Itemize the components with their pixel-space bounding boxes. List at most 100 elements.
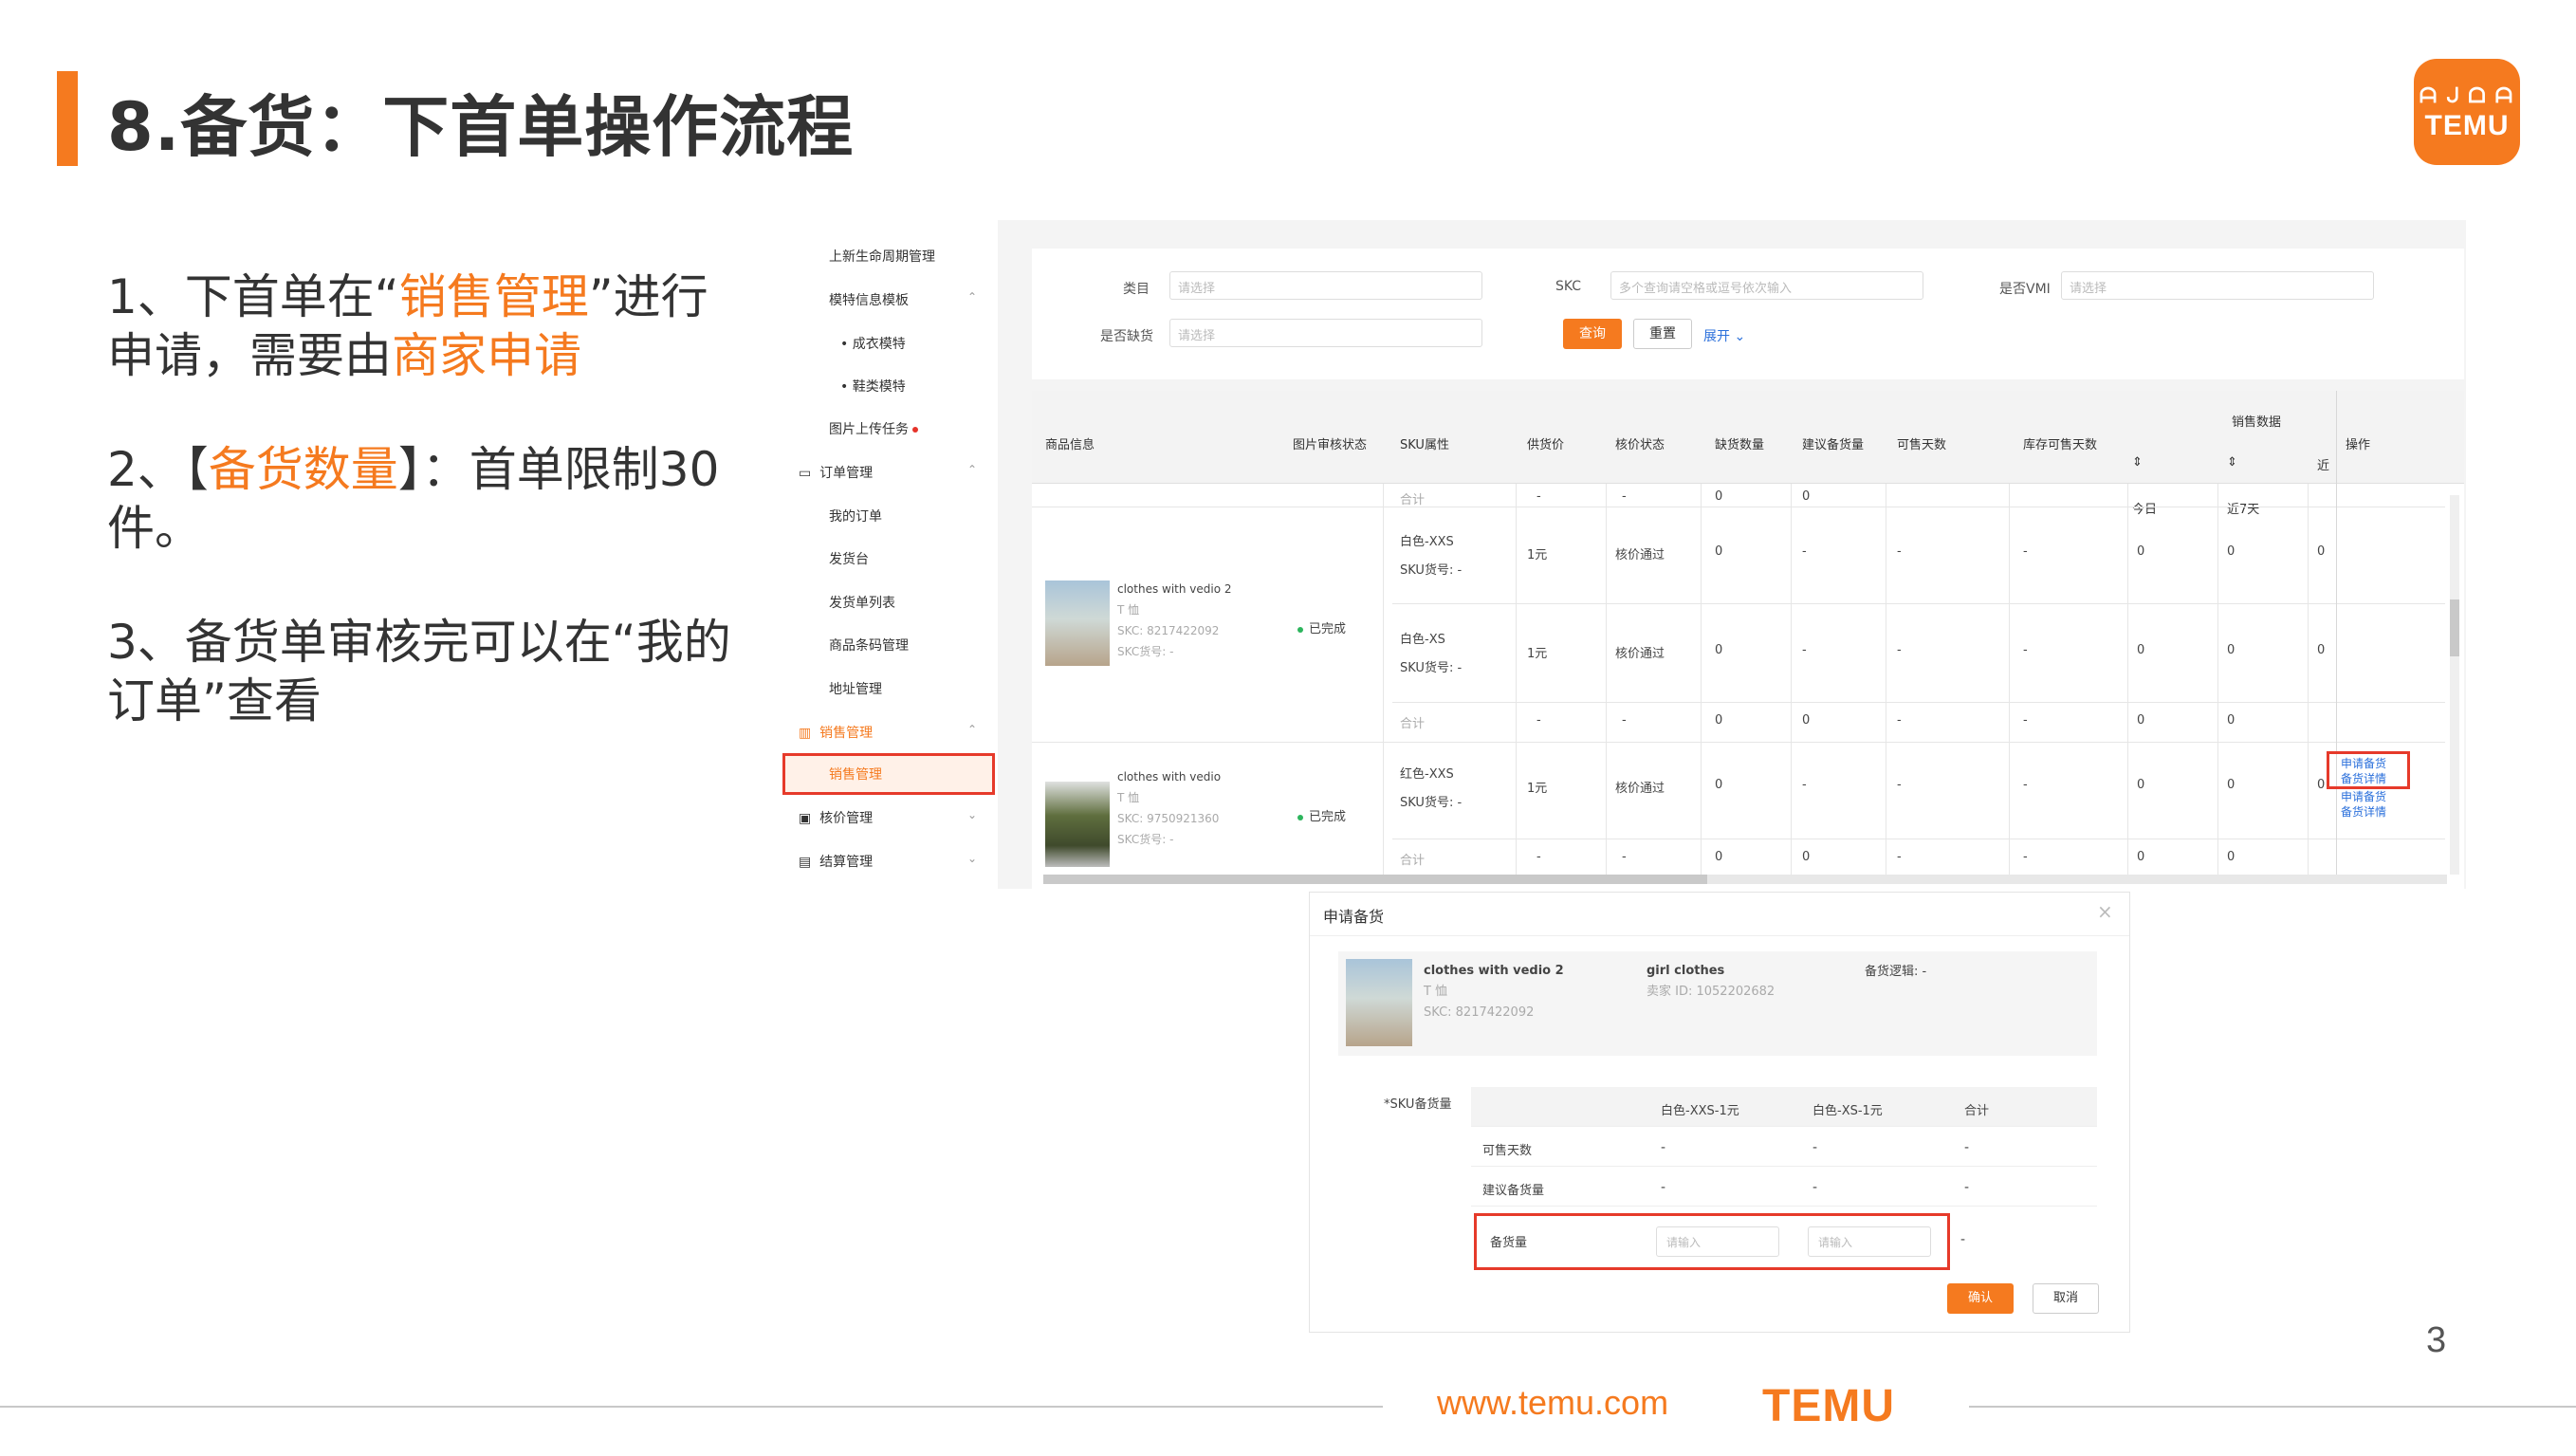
- category-select[interactable]: 请选择: [1169, 271, 1482, 300]
- table-cell: -: [1536, 489, 1541, 504]
- steps-list: 1、下首单在“销售管理”进行申请，需要由商家申请 2、【备货数量】：首单限制30…: [107, 267, 733, 785]
- table-cell: -: [1897, 713, 1902, 728]
- table-cell: 0: [1715, 643, 1723, 657]
- col-sales-data: 销售数据: [2232, 415, 2282, 430]
- table-cell: 0: [2137, 778, 2145, 792]
- sidebar-group-orders[interactable]: ▭ 订单管理: [799, 463, 873, 482]
- col-7days[interactable]: 近7天 ⇕: [2227, 455, 2259, 517]
- product-text: clothes with vedio 2 T 恤 SKC: 8217422092: [1424, 964, 1564, 1020]
- apply-stock-link[interactable]: 申请备货: [2341, 789, 2386, 804]
- table-cell: -: [1536, 850, 1541, 864]
- product-2-actions: 申请备货 备货详情: [2341, 789, 2386, 820]
- vertical-scrollbar[interactable]: [2450, 495, 2459, 875]
- col-today[interactable]: 今日 ⇕: [2132, 455, 2157, 517]
- sidebar-group-sales[interactable]: ▥ 销售管理: [799, 723, 873, 742]
- sidebar-item[interactable]: 模特信息模板: [829, 290, 909, 309]
- footer-url[interactable]: www.temu.com: [1437, 1383, 1668, 1423]
- page-number: 3: [2426, 1320, 2447, 1360]
- row-divider: [1392, 603, 2445, 604]
- sidebar-item-sales-management[interactable]: 销售管理: [829, 765, 882, 783]
- table-cell: -: [1897, 850, 1902, 864]
- sidebar-item[interactable]: 我的订单: [829, 507, 882, 525]
- stock-detail-link[interactable]: 备货详情: [2341, 771, 2386, 786]
- sidebar-item[interactable]: 地址管理: [829, 679, 882, 698]
- fixed-col-divider: [2336, 391, 2337, 884]
- col-days: 可售天数: [1897, 438, 1947, 452]
- stock-qty-input-xs[interactable]: 请输入: [1808, 1226, 1931, 1257]
- page-title: 8.备货：下首单操作流程: [107, 88, 855, 166]
- vmi-select[interactable]: 请选择: [2061, 271, 2374, 300]
- row-label-stock-qty: 备货量: [1490, 1236, 1528, 1250]
- step-1: 1、下首单在“销售管理”进行申请，需要由商家申请: [107, 269, 708, 383]
- table-cell: 0: [2137, 713, 2145, 728]
- sidebar-item[interactable]: 发货台: [829, 549, 869, 568]
- table-cell: 0: [1715, 713, 1723, 728]
- table-cell: 0: [2317, 778, 2326, 792]
- table-cell: -: [1802, 778, 1807, 792]
- notification-dot: [912, 427, 918, 433]
- table-cell: -: [1960, 1232, 1966, 1247]
- query-button[interactable]: 查询: [1563, 319, 1622, 349]
- sidebar-item[interactable]: 图片上传任务: [829, 419, 918, 438]
- highlight-sales-management: [782, 753, 995, 795]
- chevron-up-icon: ⌃: [967, 290, 978, 304]
- table-cell: 0: [1715, 489, 1723, 504]
- table-cell: 0: [1715, 850, 1723, 864]
- sidebar-item[interactable]: 发货单列表: [829, 593, 895, 612]
- expand-link[interactable]: 展开 ⌄: [1703, 326, 1745, 345]
- table-cell: 0: [2137, 544, 2145, 559]
- table-cell: -: [2023, 643, 2028, 657]
- cancel-button[interactable]: 取消: [2033, 1283, 2099, 1314]
- table-cell: -: [1964, 1140, 1970, 1155]
- sidebar-item[interactable]: 上新生命周期管理: [829, 247, 935, 266]
- col-white-xxs: 白色-XXS-1元: [1661, 1104, 1739, 1118]
- sku-stock-label: *SKU备货量: [1384, 1097, 1452, 1112]
- table-header: 白色-XXS-1元 白色-XS-1元 合计: [1471, 1087, 2097, 1127]
- table-cell: 0: [2137, 643, 2145, 657]
- table-cell: -: [1897, 643, 1902, 657]
- apply-stock-link[interactable]: 申请备货: [2341, 756, 2386, 771]
- sku-stock-table: 白色-XXS-1元 白色-XS-1元 合计 可售天数 - - - 建议备货量 -…: [1471, 1087, 2097, 1215]
- sidebar-subitem[interactable]: • 成衣模特: [840, 334, 906, 353]
- table-cell: 0: [2227, 544, 2236, 559]
- table-cell: -: [1812, 1180, 1818, 1195]
- table-cell: 0: [1802, 850, 1811, 864]
- table-cell: -: [1812, 1140, 1818, 1155]
- table-cell: -: [1622, 713, 1627, 728]
- sidebar-group-settlement[interactable]: ▤ 结算管理: [799, 852, 873, 871]
- stock-label: 是否缺货: [1100, 329, 1153, 344]
- category-label: 类目: [1123, 282, 1150, 297]
- stock-detail-link[interactable]: 备货详情: [2341, 804, 2386, 820]
- sales-management-screenshot: 上新生命周期管理 模特信息模板 ⌃ • 成衣模特 • 鞋类模特 图片上传任务 ▭ …: [778, 220, 2466, 889]
- table-cell: 0: [2317, 544, 2326, 559]
- skc-input[interactable]: 多个查询请空格或逗号依次输入: [1610, 271, 1923, 300]
- sidebar-subitem[interactable]: • 鞋类模特: [840, 377, 906, 396]
- col-sku-attr: SKU属性: [1400, 438, 1449, 452]
- col-divider: [1606, 484, 1607, 882]
- sales-table: 商品信息 图片审核状态 SKU属性 供货价 核价状态 缺货数量 建议备货量 可售…: [1032, 391, 2464, 889]
- table-cell: 0: [2137, 850, 2145, 864]
- reset-button[interactable]: 重置: [1633, 319, 1692, 349]
- table-cell: 0: [1715, 544, 1723, 559]
- stock-select[interactable]: 请选择: [1169, 319, 1482, 347]
- footer-divider-left: [0, 1406, 1383, 1408]
- skc-label: SKC: [1555, 279, 1582, 294]
- sidebar-item[interactable]: 商品条码管理: [829, 636, 909, 654]
- stock-logic: 备货逻辑: -: [1865, 965, 1927, 979]
- sku-attr: 白色-XXS SKU货号: -: [1400, 535, 1463, 578]
- close-icon[interactable]: ×: [2097, 900, 2113, 923]
- confirm-button[interactable]: 确认: [1947, 1283, 2014, 1314]
- price-cell: 1元: [1527, 647, 1548, 661]
- total-cell: 合计: [1400, 854, 1426, 868]
- price-cell: 1元: [1527, 782, 1548, 796]
- sidebar-group-pricing[interactable]: ▣ 核价管理: [799, 808, 873, 827]
- check-cell: 核价通过: [1615, 782, 1665, 796]
- stock-qty-input-xxs[interactable]: 请输入: [1656, 1226, 1779, 1257]
- chevron-down-icon: ⌄: [967, 808, 978, 821]
- col-total: 合计: [1964, 1104, 1990, 1118]
- step-2: 2、【备货数量】：首单限制30件。: [107, 442, 720, 556]
- horizontal-scrollbar[interactable]: [1043, 875, 2447, 884]
- product-image: [1045, 581, 1110, 666]
- table-cell: 0: [2227, 778, 2236, 792]
- table-cell: 0: [1802, 713, 1811, 728]
